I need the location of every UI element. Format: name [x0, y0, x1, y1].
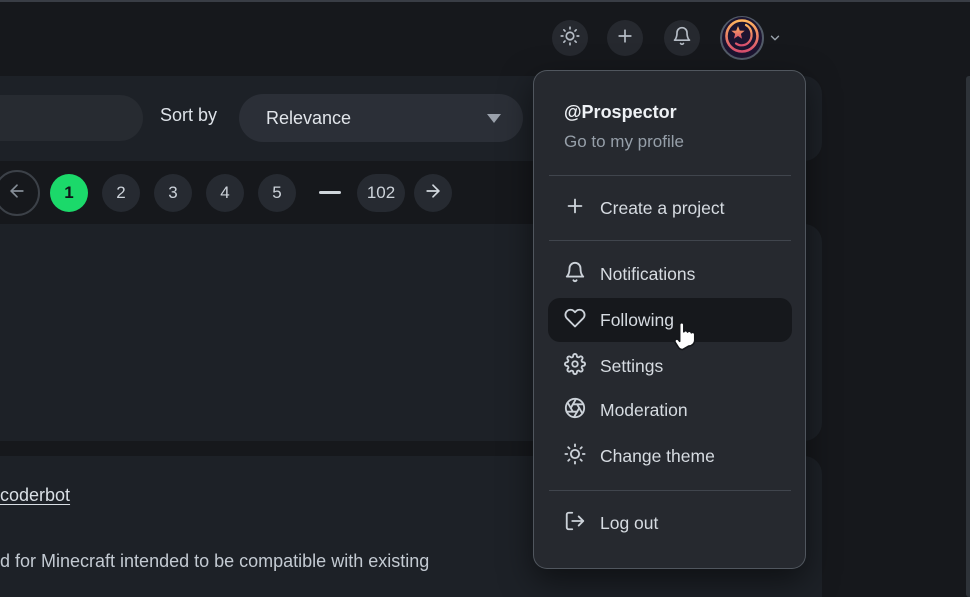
logout-icon	[564, 510, 586, 537]
pagination-page-3[interactable]: 3	[154, 174, 192, 212]
menu-item-following[interactable]: Following	[548, 298, 792, 342]
arrow-right-icon	[423, 181, 443, 206]
bell-icon	[672, 26, 692, 51]
menu-divider	[549, 175, 791, 176]
sort-by-label: Sort by	[160, 105, 217, 126]
sort-selected-value: Relevance	[266, 108, 351, 128]
menu-go-to-profile[interactable]: Go to my profile	[564, 132, 684, 152]
bell-icon	[564, 261, 586, 288]
user-avatar-button[interactable]	[720, 16, 764, 60]
menu-item-create-project[interactable]: Create a project	[548, 186, 792, 230]
sun-icon	[564, 443, 586, 470]
menu-item-label: Following	[600, 310, 674, 331]
create-project-button[interactable]	[607, 20, 643, 56]
sun-icon	[560, 26, 580, 51]
arrow-left-icon	[7, 181, 27, 206]
menu-item-label: Notifications	[600, 264, 695, 285]
result-author-link[interactable]: coderbot	[0, 485, 70, 506]
menu-item-settings[interactable]: Settings	[548, 344, 792, 388]
pagination-page-5[interactable]: 5	[258, 174, 296, 212]
menu-item-label: Settings	[600, 356, 663, 377]
pagination-page-1[interactable]: 1	[50, 174, 88, 212]
search-input[interactable]	[0, 95, 143, 141]
notifications-button[interactable]	[664, 20, 700, 56]
menu-item-moderation[interactable]: Moderation	[548, 388, 792, 432]
aperture-icon	[564, 397, 586, 424]
menu-username: @Prospector	[564, 102, 677, 123]
menu-item-notifications[interactable]: Notifications	[548, 252, 792, 296]
avatar	[722, 16, 762, 61]
pagination-page-2[interactable]: 2	[102, 174, 140, 212]
pagination-last-page[interactable]: 102	[357, 174, 405, 212]
right-sidebar-edge	[966, 76, 970, 597]
chevron-down-icon[interactable]	[766, 31, 784, 50]
pagination-next-button[interactable]	[414, 174, 452, 212]
pagination-gap-dash	[319, 191, 341, 194]
pagination-page-4[interactable]: 4	[206, 174, 244, 212]
menu-item-change-theme[interactable]: Change theme	[548, 434, 792, 478]
result-description: d for Minecraft intended to be compatibl…	[0, 551, 429, 572]
plus-icon	[564, 195, 586, 222]
menu-divider	[549, 490, 791, 491]
user-dropdown-menu: @Prospector Go to my profile Create a pr…	[533, 70, 806, 569]
menu-item-label: Log out	[600, 513, 658, 534]
plus-icon	[615, 26, 635, 51]
menu-item-label: Moderation	[600, 400, 688, 421]
page: Sort by Relevance 1 2 3 4 5 102 uid3 ine…	[0, 0, 970, 597]
window-top-border	[0, 0, 970, 2]
dropdown-caret-icon	[487, 114, 501, 123]
menu-divider	[549, 240, 791, 241]
sort-select[interactable]: Relevance	[239, 94, 523, 142]
theme-toggle-button[interactable]	[552, 20, 588, 56]
gear-icon	[564, 353, 586, 380]
menu-item-log-out[interactable]: Log out	[548, 501, 792, 545]
heart-icon	[564, 307, 586, 334]
menu-item-label: Change theme	[600, 446, 715, 467]
pagination-prev-button[interactable]	[0, 170, 40, 216]
menu-item-label: Create a project	[600, 198, 725, 219]
